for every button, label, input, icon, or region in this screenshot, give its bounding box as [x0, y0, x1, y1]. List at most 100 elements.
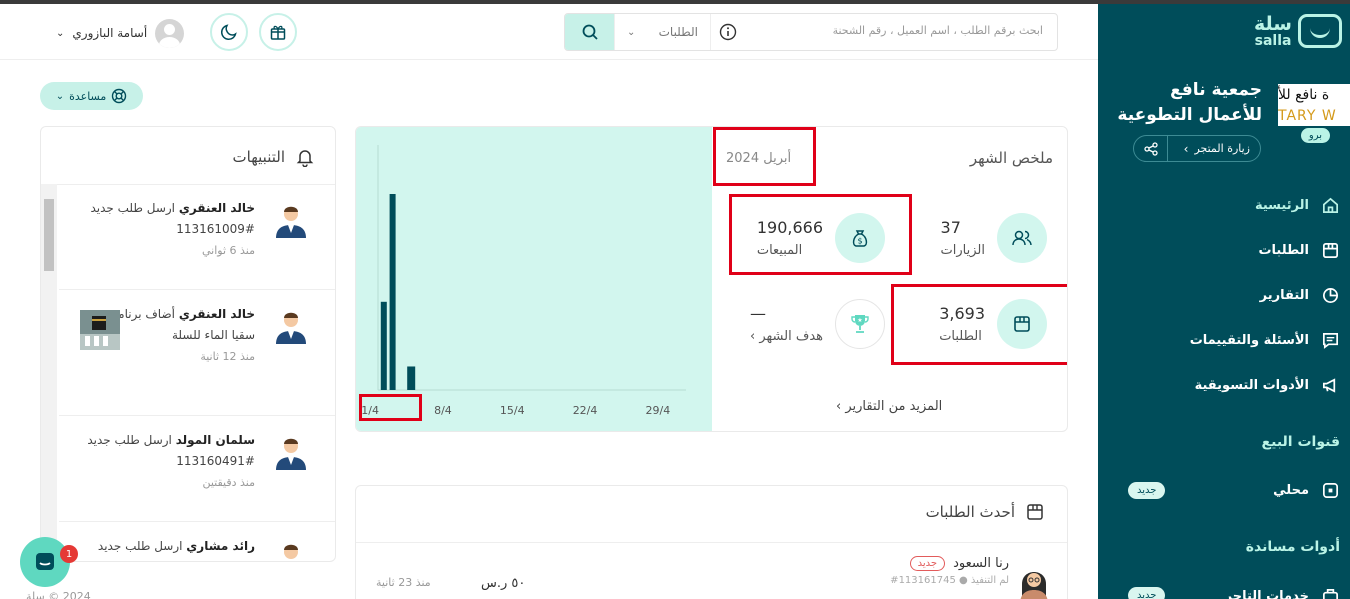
store-icon	[1322, 482, 1339, 498]
copyright: 2024 © سلة	[26, 590, 91, 599]
sidebar-item-label: محلي	[1273, 482, 1309, 498]
more-reports-label: المزيد من التقارير	[845, 399, 943, 414]
sidebar-item-reviews[interactable]: الأسئلة والتقييمات	[1098, 320, 1350, 360]
chart-bar[interactable]	[380, 301, 387, 390]
order-time: منذ 23 ثانية	[376, 576, 431, 589]
sidebar-item-home[interactable]: الرئيسية	[1098, 185, 1350, 225]
logo-english: salla	[1254, 32, 1292, 49]
svg-text:★: ★	[857, 317, 862, 324]
list-item[interactable]: خالد العنقري ارسل طلب جديد 113161009# من…	[59, 184, 335, 290]
sales-chart: 1/4 8/4 15/4 22/4 29/4	[356, 127, 712, 431]
notifications-title: التنبيهات	[232, 148, 285, 166]
chart-bar[interactable]	[389, 194, 396, 390]
chat-icon	[36, 553, 54, 570]
salla-logo[interactable]: سلة salla	[1254, 14, 1342, 48]
product-thumbnail	[80, 310, 120, 350]
sidebar-item-label: الأدوات التسويقية	[1194, 377, 1309, 393]
new-badge: جديد	[1128, 482, 1166, 499]
search-scope-select[interactable]: الطلبات ⌄	[614, 14, 711, 50]
dark-mode-toggle[interactable]	[210, 13, 248, 51]
chart-bar[interactable]	[407, 366, 416, 390]
user-avatar-icon	[271, 432, 311, 480]
list-item[interactable]: رائد مشاري ارسل طلب جديد	[59, 522, 335, 561]
home-icon	[1322, 197, 1339, 213]
user-avatar-icon	[271, 538, 311, 561]
x-tick-label: 22/4	[573, 404, 598, 417]
latest-orders-title: أحدث الطلبات	[925, 503, 1015, 521]
sales-chart-svg: 1/4 8/4 15/4 22/4 29/4	[361, 145, 686, 417]
chevron-left-icon: ›	[1183, 141, 1189, 156]
sidebar-item-label: الأسئلة والتقييمات	[1189, 332, 1309, 348]
highlight-box-first-date	[359, 394, 422, 421]
monthly-goal-stat[interactable]: ★ — هدف الشهر ›	[750, 299, 885, 349]
chevron-down-icon: ⌄	[55, 90, 65, 102]
x-tick-label: 15/4	[500, 404, 525, 417]
goal-label: هدف الشهر	[759, 329, 823, 344]
highlight-box-orders	[891, 284, 1067, 365]
search-input[interactable]: ابحث برقم الطلب ، اسم العميل ، رقم الشحن…	[833, 24, 1043, 37]
store-logo-image: ة نافع للأ TARY W	[1278, 84, 1350, 126]
list-item[interactable]: سلمان المولد ارسل طلب جديد 113160491# من…	[59, 416, 335, 522]
info-icon[interactable]	[711, 14, 745, 50]
sidebar-item-marketing[interactable]: الأدوات التسويقية	[1098, 365, 1350, 405]
scrollbar-thumb[interactable]	[44, 199, 54, 271]
chevron-left-icon: ›	[750, 329, 756, 344]
sidebar-item-reports[interactable]: التقارير	[1098, 275, 1350, 315]
sidebar-item-label: الرئيسية	[1254, 197, 1309, 213]
user-avatar-icon	[271, 306, 311, 354]
moon-icon	[221, 24, 237, 40]
x-tick-label: 29/4	[645, 404, 670, 417]
briefcase-icon	[1322, 588, 1339, 599]
share-icon[interactable]	[1134, 136, 1168, 161]
table-row[interactable]: رنا السعود جديد لم التنفيذ ● 113161745#	[890, 556, 1009, 586]
notification-count-badge: 1	[60, 545, 78, 563]
trophy-icon: ★	[835, 299, 885, 349]
goal-value: —	[750, 304, 767, 323]
salla-logo-icon	[1298, 14, 1342, 48]
search-bar: ابحث برقم الطلب ، اسم العميل ، رقم الشحن…	[564, 13, 1058, 51]
list-item[interactable]: خالد العنقري أضاف برنامج سقيا الماء للسل…	[59, 290, 335, 416]
help-button[interactable]: مساعدة ⌄	[40, 82, 143, 110]
visits-label: الزيارات	[940, 243, 985, 258]
latest-orders-card: أحدث الطلبات رنا السعود جديد لم التنفيذ …	[355, 485, 1068, 599]
highlight-box-sales	[729, 194, 912, 275]
scrollbar[interactable]	[41, 184, 57, 561]
user-menu[interactable]: أسامة البازوري ⌄	[56, 18, 185, 48]
lifebuoy-icon	[112, 88, 127, 104]
status-badge: جديد	[909, 556, 946, 571]
pie-chart-icon	[1322, 287, 1339, 303]
plan-badge: برو	[1300, 128, 1330, 143]
chevron-left-icon: ›	[836, 399, 842, 414]
chat-button[interactable]	[20, 537, 70, 587]
chevron-down-icon: ⌄	[627, 26, 636, 38]
box-icon	[1027, 504, 1043, 520]
visit-store-button[interactable]: زيارة المتجر ›	[1133, 135, 1261, 162]
customer-name: رنا السعود	[953, 556, 1009, 571]
sidebar-item-orders[interactable]: الطلبات	[1098, 230, 1350, 270]
gift-icon	[270, 25, 286, 40]
help-label: مساعدة	[69, 89, 107, 103]
sidebar: سلة salla جمعية نافع للأعمال التطوعية ة …	[1098, 4, 1350, 599]
customer-avatar	[1016, 564, 1052, 599]
summary-title: ملخص الشهر	[969, 149, 1053, 167]
users-icon	[997, 213, 1047, 263]
divider	[356, 542, 1067, 543]
gift-button[interactable]	[259, 13, 297, 51]
bell-icon	[296, 150, 314, 167]
chat-icon	[1322, 332, 1339, 349]
highlight-box-month	[713, 127, 816, 186]
store-name: جمعية نافع للأعمال التطوعية	[1117, 80, 1262, 125]
notifications-panel: التنبيهات خالد العنقري ارسل طلب جديد 113…	[40, 126, 336, 562]
sales-channels-title: قنوات البيع	[1261, 434, 1340, 450]
box-icon	[1322, 242, 1339, 258]
visits-stat: 37 الزيارات	[941, 213, 1047, 263]
search-button[interactable]	[565, 14, 614, 50]
more-reports-link[interactable]: المزيد من التقارير ›	[836, 399, 942, 414]
visit-store-label: زيارة المتجر	[1194, 142, 1250, 155]
user-name: أسامة البازوري	[72, 26, 148, 40]
new-badge: جديد	[1128, 587, 1166, 599]
order-ref: 113161745#	[890, 575, 956, 586]
megaphone-icon	[1322, 377, 1336, 393]
avatar	[155, 18, 185, 48]
month-summary-card: 1/4 8/4 15/4 22/4 29/4 ملخص الشهر أبريل 2024…	[355, 126, 1068, 432]
